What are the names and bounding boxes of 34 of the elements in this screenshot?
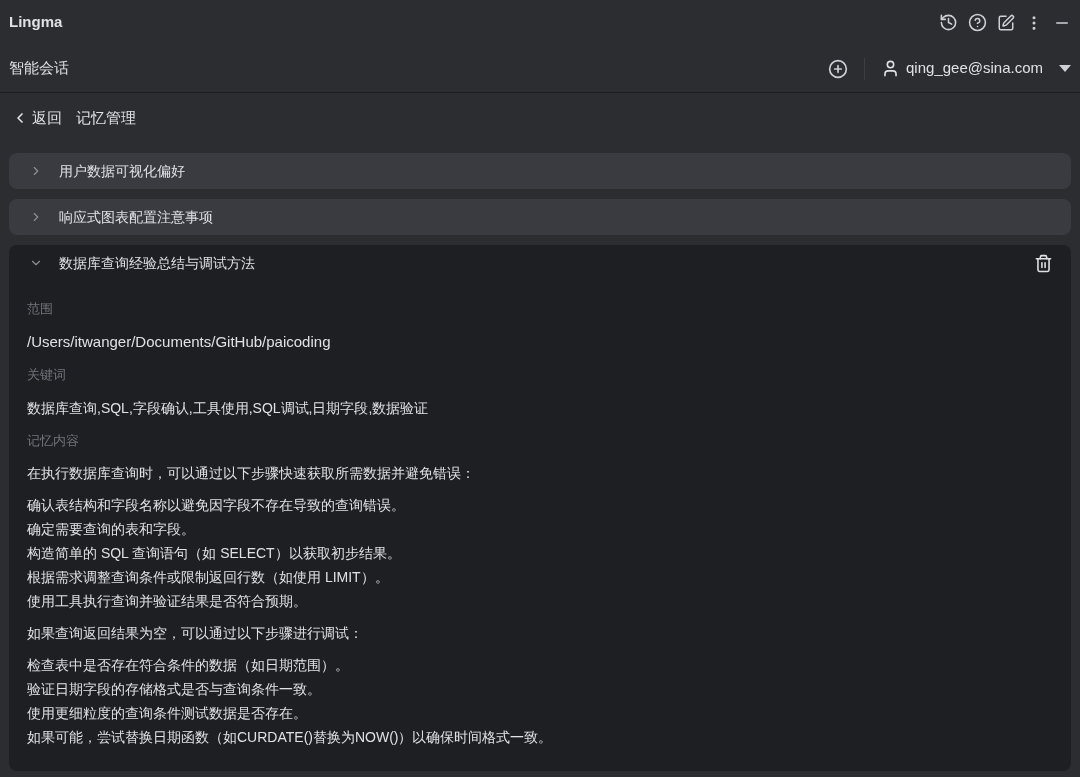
history-icon[interactable] — [939, 13, 958, 32]
memory-header[interactable]: 响应式图表配置注意事项 — [9, 199, 1071, 235]
memory-text-line: 使用工具执行查询并验证结果是否符合预期。 — [27, 592, 308, 611]
memory-title: 响应式图表配置注意事项 — [59, 207, 213, 227]
app-title: Lingma — [9, 12, 63, 33]
user-menu[interactable]: qing_gee@sina.com — [881, 57, 1071, 80]
delete-icon[interactable] — [1034, 253, 1053, 273]
memory-text-line: 验证日期字段的存储格式是否与查询条件一致。 — [27, 680, 322, 699]
field-label: 范围 — [27, 300, 54, 318]
field-label: 关键词 — [27, 366, 67, 384]
help-icon[interactable] — [968, 13, 987, 32]
memory-header[interactable]: 用户数据可视化偏好 — [9, 153, 1071, 189]
memory-text-line: 在执行数据库查询时，可以通过以下步骤快速获取所需数据并避免错误： — [27, 464, 476, 483]
page-title: 记忆管理 — [76, 107, 136, 128]
memory-title: 数据库查询经验总结与调试方法 — [59, 253, 255, 273]
user-icon — [881, 59, 900, 78]
memory-text-line: 使用更细粒度的查询条件测试数据是否存在。 — [27, 704, 308, 723]
dropdown-icon — [1059, 65, 1071, 72]
memory-text-line: 检查表中是否存在符合条件的数据（如日期范围）。 — [27, 656, 350, 675]
memory-text-line: 确定需要查询的表和字段。 — [27, 520, 196, 539]
memory-title: 用户数据可视化偏好 — [59, 161, 185, 181]
session-title: 智能会话 — [9, 58, 69, 79]
memory-text-line: 确认表结构和字段名称以避免因字段不存在导致的查询错误。 — [27, 496, 406, 515]
memory-text-line: 如果可能，尝试替换日期函数（如CURDATE()替换为NOW()）以确保时间格式一致。 — [27, 728, 554, 747]
memory-text-line: 根据需求调整查询条件或限制返回行数（如使用 LIMIT）。 — [27, 568, 390, 587]
field-label: 记忆内容 — [27, 432, 80, 450]
memory-header[interactable]: 数据库查询经验总结与调试方法 — [9, 245, 1071, 281]
memory-text-line: 构造简单的 SQL 查询语句（如 SELECT）以获取初步结果。 — [27, 544, 402, 563]
edit-icon[interactable] — [997, 13, 1015, 32]
new-chat-icon[interactable] — [828, 58, 848, 79]
back-button[interactable]: 返回 — [12, 106, 62, 130]
memory-text-line: 如果查询返回结果为空，可以通过以下步骤进行调试： — [27, 624, 364, 643]
field-value: /Users/itwanger/Documents/GitHub/paicoding — [27, 332, 332, 352]
field-value: 数据库查询,SQL,字段确认,工具使用,SQL调试,日期字段,数据验证 — [27, 399, 430, 418]
